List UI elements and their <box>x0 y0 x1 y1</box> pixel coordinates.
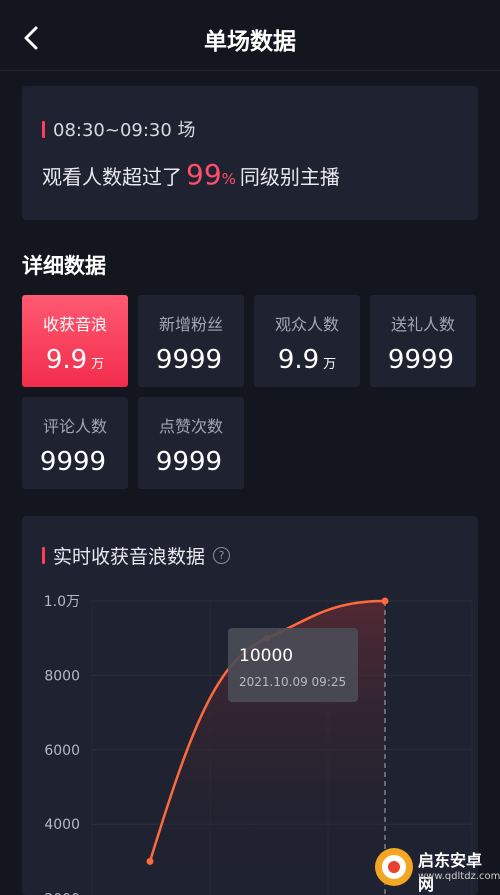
tile-new-fans[interactable]: 新增粉丝 9999 <box>138 295 244 387</box>
accent-bar <box>42 120 45 138</box>
audience-rank: 观看人数超过了 99 % 同级别主播 <box>42 158 340 191</box>
audience-prefix: 观看人数超过了 <box>42 165 182 189</box>
tile-likes[interactable]: 点赞次数 9999 <box>138 397 244 489</box>
session-time: 08:30~09:30 场 <box>42 116 196 142</box>
details-title: 详细数据 <box>22 254 106 278</box>
page-title: 单场数据 <box>204 29 296 55</box>
y-tick-label: 4000 <box>44 817 80 833</box>
summary-card: 08:30~09:30 场 观看人数超过了 99 % 同级别主播 <box>22 86 478 220</box>
data-point[interactable] <box>381 597 389 605</box>
tile-value: 9.9 万 <box>45 345 105 375</box>
session-time-text: 08:30~09:30 场 <box>53 120 196 141</box>
y-tick-label: 1.0万 <box>44 594 80 610</box>
watermark: 启东安卓网 www.qdltdz.com <box>374 843 500 894</box>
audience-percent-sign: % <box>221 170 236 188</box>
tooltip-time: 2021.10.09 09:25 <box>239 675 346 689</box>
tooltip-value: 10000 <box>239 646 293 666</box>
tile-value: 9999 <box>155 345 223 375</box>
data-point[interactable] <box>146 857 154 865</box>
tile-label: 新增粉丝 <box>158 315 223 334</box>
audience-suffix: 同级别主播 <box>239 165 340 189</box>
tile-value: 9999 <box>155 447 223 477</box>
watermark-logo-icon <box>375 848 413 886</box>
tile-label: 送礼人数 <box>390 315 455 334</box>
income-chart: 1.0万 8000 6000 4000 2000 10000 2021.10.09 09… <box>44 594 473 895</box>
tile-label: 点赞次数 <box>158 417 223 436</box>
nav-bar: 单场数据 <box>0 0 500 71</box>
audience-percent: 99 <box>186 158 222 191</box>
y-tick-label: 2000 <box>44 892 80 895</box>
y-tick-label: 8000 <box>44 668 80 684</box>
tile-label: 评论人数 <box>42 417 107 436</box>
tile-label: 收获音浪 <box>42 315 107 334</box>
tile-value: 9.9 万 <box>277 345 337 375</box>
tile-income[interactable]: 收获音浪 9.9 万 <box>22 295 128 387</box>
tile-audience[interactable]: 观众人数 9.9 万 <box>254 295 360 387</box>
chart-card: 实时收获音浪数据 ? 1.0万8000600040002000 10000 20… <box>22 516 478 895</box>
tile-commenters[interactable]: 评论人数 9999 <box>22 397 128 489</box>
y-tick-label: 6000 <box>44 743 80 759</box>
tile-value: 9999 <box>387 345 455 375</box>
tile-value: 9999 <box>39 447 107 477</box>
watermark-url: www.qdltdz.com <box>418 871 500 882</box>
tooltip: 10000 2021.10.09 09:25 <box>228 628 358 702</box>
tile-gifters[interactable]: 送礼人数 9999 <box>370 295 476 387</box>
tile-label: 观众人数 <box>274 315 339 334</box>
